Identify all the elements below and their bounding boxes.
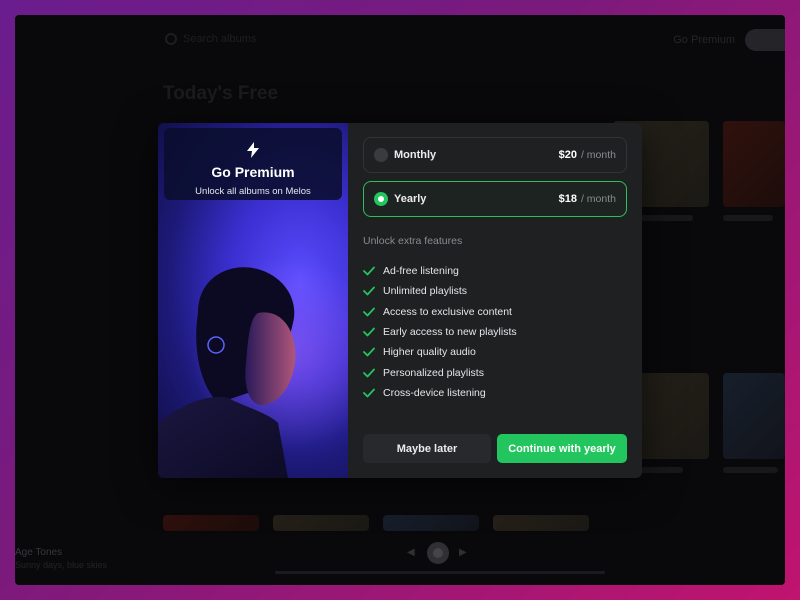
list-item: Cross-device listening (363, 383, 627, 403)
list-item: Higher quality audio (363, 342, 627, 362)
list-item: Early access to new playlists (363, 322, 627, 342)
promo-subtitle: Unlock all albums on Melos (195, 186, 311, 197)
check-icon (363, 368, 375, 378)
list-item: Ad-free listening (363, 261, 627, 281)
bolt-icon (247, 142, 259, 158)
check-icon (363, 388, 375, 398)
plan-option-yearly[interactable]: Yearly $18 / month (363, 181, 627, 217)
promo-title: Go Premium (211, 164, 295, 180)
hero-image: Go Premium Unlock all albums on Melos (158, 123, 348, 478)
plan-unit: / month (580, 149, 616, 161)
feature-label: Personalized playlists (383, 366, 484, 379)
check-icon (363, 327, 375, 337)
plan-price: $18 (558, 193, 577, 205)
continue-with-yearly-button[interactable]: Continue with yearly (497, 434, 627, 463)
premium-modal: Go Premium Unlock all albums on Melos Mo… (158, 123, 642, 478)
promo-card: Go Premium Unlock all albums on Melos (164, 128, 342, 200)
radio-unselected[interactable] (374, 148, 388, 162)
list-item: Unlimited playlists (363, 281, 627, 301)
plan-option-monthly[interactable]: Monthly $20 / month (363, 137, 627, 173)
list-item: Access to exclusive content (363, 302, 627, 322)
feature-label: Unlimited playlists (383, 285, 468, 298)
modal-content: Monthly $20 / month Yearly $18 / month U… (363, 137, 627, 403)
feature-label: Ad-free listening (383, 265, 459, 278)
check-icon (363, 266, 375, 276)
maybe-later-button[interactable]: Maybe later (363, 434, 491, 463)
features-heading: Unlock extra features (363, 235, 463, 247)
feature-label: Access to exclusive content (383, 305, 512, 318)
check-icon (363, 287, 375, 296)
check-icon (363, 347, 375, 357)
plan-name: Monthly (394, 149, 437, 161)
plan-unit: / month (580, 193, 616, 205)
check-icon (363, 307, 375, 317)
feature-label: Higher quality audio (383, 346, 476, 359)
feature-label: Cross-device listening (383, 386, 486, 399)
radio-selected[interactable] (374, 192, 388, 206)
feature-label: Early access to new playlists (383, 326, 517, 339)
plan-price: $20 (558, 149, 577, 161)
modal-actions: Maybe later Continue with yearly (363, 434, 627, 463)
plan-name: Yearly (394, 193, 427, 205)
list-item: Personalized playlists (363, 362, 627, 382)
feature-list: Ad-free listening Unlimited playlists Ac… (363, 261, 627, 403)
